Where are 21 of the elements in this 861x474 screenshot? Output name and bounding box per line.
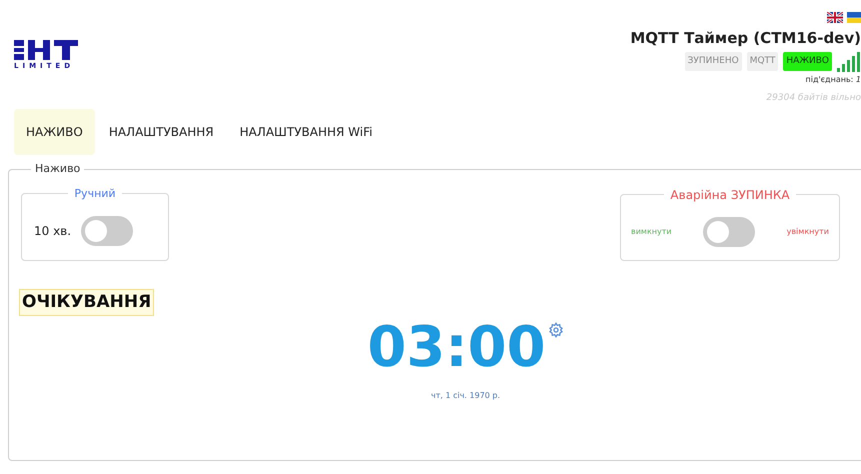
status-badge: MQTT [746,52,778,72]
on-label: увімкнути [786,226,829,238]
manual-toggle[interactable] [81,216,134,246]
settings-icon[interactable] [548,322,564,338]
emergency-toggle[interactable] [703,216,756,246]
panel-legend: Наживо [31,161,84,178]
manual-duration: 10 хв. [34,222,72,240]
status-badge: НАЖИВО [783,52,832,72]
off-label: вимкнути [631,226,672,238]
emergency-legend: Аварійна ЗУПИНКА [664,186,796,204]
status-badge: ЗУПИНЕНО [684,52,742,72]
uk-flag-icon[interactable] [827,12,843,23]
signal-icon [837,52,861,72]
current-date: чт, 1 січ. 1970 р. [430,390,500,402]
manual-legend: Ручний [68,186,122,202]
ukraine-flag-icon[interactable] [847,12,861,23]
nav-tab[interactable]: НАЖИВО [14,109,95,155]
status-label: ОЧІКУВАННЯ [19,288,154,316]
countdown-timer: 03:00 [367,320,546,376]
connections-count: під'єднань: 1 [805,74,861,86]
device-title: MQTT Таймер (CTM16-dev) [630,28,861,49]
